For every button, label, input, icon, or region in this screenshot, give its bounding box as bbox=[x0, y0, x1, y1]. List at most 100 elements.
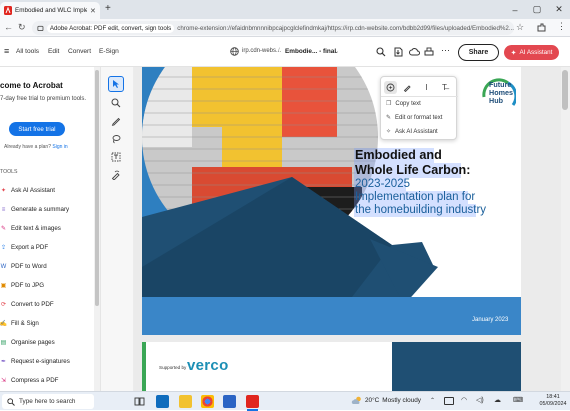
edit-text-icon: ✎ bbox=[386, 115, 392, 121]
pen-icon[interactable] bbox=[108, 113, 124, 129]
select-cursor-icon[interactable] bbox=[108, 76, 124, 92]
document-heading[interactable]: Embodied and Whole Life Carbon: bbox=[355, 148, 470, 178]
reload-icon[interactable]: ↻ bbox=[18, 22, 26, 33]
chrome-icon[interactable] bbox=[201, 395, 214, 408]
tool-item-label: Request e-signatures bbox=[11, 358, 70, 365]
tool-item[interactable]: ▣ PDF to JPG bbox=[0, 276, 92, 295]
panel-scrollbar-thumb[interactable] bbox=[95, 70, 99, 306]
document-scrollbar-thumb[interactable] bbox=[562, 70, 568, 110]
file-explorer-icon[interactable] bbox=[179, 395, 192, 408]
file-chevron-down-icon[interactable]: ⌄ bbox=[334, 48, 339, 55]
lasso-icon[interactable] bbox=[108, 131, 124, 147]
tool-item[interactable]: ✦ Ask AI Assistant bbox=[0, 181, 92, 200]
windows-taskbar: Type here to search 20°C Mostly cloudy ⌃… bbox=[0, 391, 570, 411]
address-bar-row: ← ↻ Adobe Acrobat: PDF edit, convert, si… bbox=[0, 19, 570, 37]
print-icon[interactable] bbox=[424, 47, 434, 57]
menu-item-edit-text[interactable]: ✎ Edit or format text bbox=[386, 111, 442, 124]
outlook-icon[interactable] bbox=[156, 395, 169, 408]
already-have-plan-text: Already have a plan? bbox=[4, 144, 51, 150]
cloud-sun-icon bbox=[351, 396, 361, 404]
search-icon[interactable] bbox=[376, 47, 386, 57]
tool-item[interactable]: ✍ Fill & Sign bbox=[0, 314, 92, 333]
strikethrough-icon[interactable]: T̶ bbox=[438, 81, 451, 94]
battery-icon[interactable] bbox=[444, 397, 454, 405]
back-icon[interactable]: ← bbox=[4, 22, 13, 32]
tool-item[interactable]: ▤ Organise pages bbox=[0, 333, 92, 352]
word-icon[interactable] bbox=[223, 395, 236, 408]
tool-item-label: Export a PDF bbox=[11, 244, 49, 251]
more-options-icon[interactable]: ⋯ bbox=[441, 45, 450, 56]
tool-item-label: Fill & Sign bbox=[11, 320, 39, 327]
menu-item-copy-text[interactable]: ❐ Copy text bbox=[386, 97, 421, 110]
future-homes-hub-text: Future Homes Hub bbox=[489, 81, 513, 105]
tool-item[interactable]: ✒ Request e-signatures bbox=[0, 352, 92, 371]
bookmark-star-icon[interactable]: ☆ bbox=[516, 22, 524, 33]
share-button[interactable]: Share bbox=[458, 44, 499, 61]
cloud-save-icon[interactable] bbox=[409, 47, 420, 57]
close-window-icon[interactable]: ✕ bbox=[548, 0, 570, 19]
onedrive-icon[interactable]: ☁ bbox=[494, 396, 501, 404]
browser-tab[interactable]: Embodied and WLC Implemen ✕ bbox=[0, 2, 100, 19]
system-clock[interactable]: 18:41 05/09/2024 bbox=[536, 394, 570, 408]
menu-item-ask-ai[interactable]: ✧ Ask AI Assistant bbox=[386, 125, 438, 138]
tool-item-label: PDF to JPG bbox=[11, 282, 45, 289]
tab-convert[interactable]: Convert bbox=[68, 48, 91, 55]
hamburger-menu-icon[interactable]: ≡ bbox=[4, 46, 9, 56]
volume-icon[interactable]: ◁) bbox=[476, 396, 484, 404]
file-name[interactable]: Embodie... - final bbox=[285, 48, 336, 55]
weather-description: Mostly cloudy bbox=[382, 397, 421, 404]
ai-sparkle-icon: ✦ bbox=[510, 49, 517, 57]
document-date: January 2023 bbox=[472, 317, 509, 323]
omnibox[interactable]: Adobe Acrobat: PDF edit, convert, sign t… bbox=[32, 21, 514, 35]
tool-item[interactable]: ⇲ Compress a PDF bbox=[0, 371, 92, 390]
heading-line-2: Whole Life Carbon: bbox=[355, 163, 471, 177]
tab-esign[interactable]: E-Sign bbox=[99, 48, 119, 55]
highlight-pen-icon[interactable] bbox=[401, 81, 414, 94]
export-icon: ⇪ bbox=[0, 245, 7, 251]
wifi-icon[interactable]: ◠ bbox=[461, 396, 467, 404]
edit-icon: ✎ bbox=[0, 226, 7, 232]
browser-menu-icon[interactable]: ⋮ bbox=[557, 21, 566, 32]
ai-sparkle-icon: ✦ bbox=[0, 188, 7, 194]
sign-in-prompt: Already have a plan? Sign in bbox=[4, 144, 68, 150]
subheading-line-2: Implementation plan for bbox=[355, 191, 476, 203]
document-scrollbar[interactable] bbox=[561, 67, 570, 391]
ai-sparkle-icon[interactable] bbox=[384, 81, 397, 94]
minimize-icon[interactable]: – bbox=[504, 0, 526, 19]
sign-in-link[interactable]: Sign in bbox=[52, 144, 67, 150]
subheading-line-1: 2023-2025 bbox=[355, 178, 410, 190]
extensions-icon[interactable] bbox=[537, 23, 546, 32]
zoom-icon[interactable] bbox=[108, 95, 124, 111]
acrobat-toolbar: ≡ All tools Edit Convert E-Sign irp.cdn-… bbox=[0, 37, 570, 67]
panel-title: come to Acrobat bbox=[0, 81, 63, 90]
start-trial-button[interactable]: Start free trial bbox=[9, 122, 65, 136]
keyboard-icon[interactable]: ⌨ bbox=[513, 396, 523, 404]
new-tab-button[interactable]: + bbox=[105, 3, 111, 14]
task-view-icon[interactable] bbox=[133, 395, 146, 408]
tool-item[interactable]: ⇪ Export a PDF bbox=[0, 238, 92, 257]
acrobat-taskbar-icon[interactable] bbox=[246, 395, 259, 408]
tool-item[interactable]: ✎ Edit text & images bbox=[0, 219, 92, 238]
browser-tab-strip: Embodied and WLC Implemen ✕ + – ▢ ✕ bbox=[0, 0, 570, 19]
tool-item[interactable]: ≡ Generate a summary bbox=[0, 200, 92, 219]
text-cursor-icon[interactable]: I bbox=[420, 81, 433, 94]
tab-close-icon[interactable]: ✕ bbox=[90, 7, 96, 15]
tool-item-label: Organise pages bbox=[11, 339, 55, 346]
url-text: chrome-extension://efaidnbmnnnibpcajpcgl… bbox=[177, 24, 514, 32]
save-icon[interactable] bbox=[393, 47, 403, 57]
search-placeholder: Type here to search bbox=[19, 398, 76, 405]
sign-pen-icon[interactable] bbox=[108, 167, 124, 183]
taskbar-search[interactable]: Type here to search bbox=[2, 394, 94, 409]
weather-widget[interactable]: 20°C Mostly cloudy bbox=[351, 396, 421, 405]
extension-puzzle-icon bbox=[37, 25, 44, 31]
text-box-icon[interactable] bbox=[108, 149, 124, 165]
tool-item-label: Convert to PDF bbox=[11, 301, 54, 308]
ai-assistant-button[interactable]: ✦ AI Assistant bbox=[504, 45, 559, 60]
document-subheading[interactable]: 2023-2025 Implementation plan for the ho… bbox=[355, 178, 486, 217]
maximize-icon[interactable]: ▢ bbox=[526, 0, 548, 19]
tray-chevron-up-icon[interactable]: ⌃ bbox=[430, 397, 435, 404]
tool-item[interactable]: W PDF to Word bbox=[0, 257, 92, 276]
tool-item[interactable]: ⟳ Convert to PDF bbox=[0, 295, 92, 314]
tab-all-tools[interactable]: All tools bbox=[16, 48, 39, 55]
tab-edit[interactable]: Edit bbox=[48, 48, 59, 55]
